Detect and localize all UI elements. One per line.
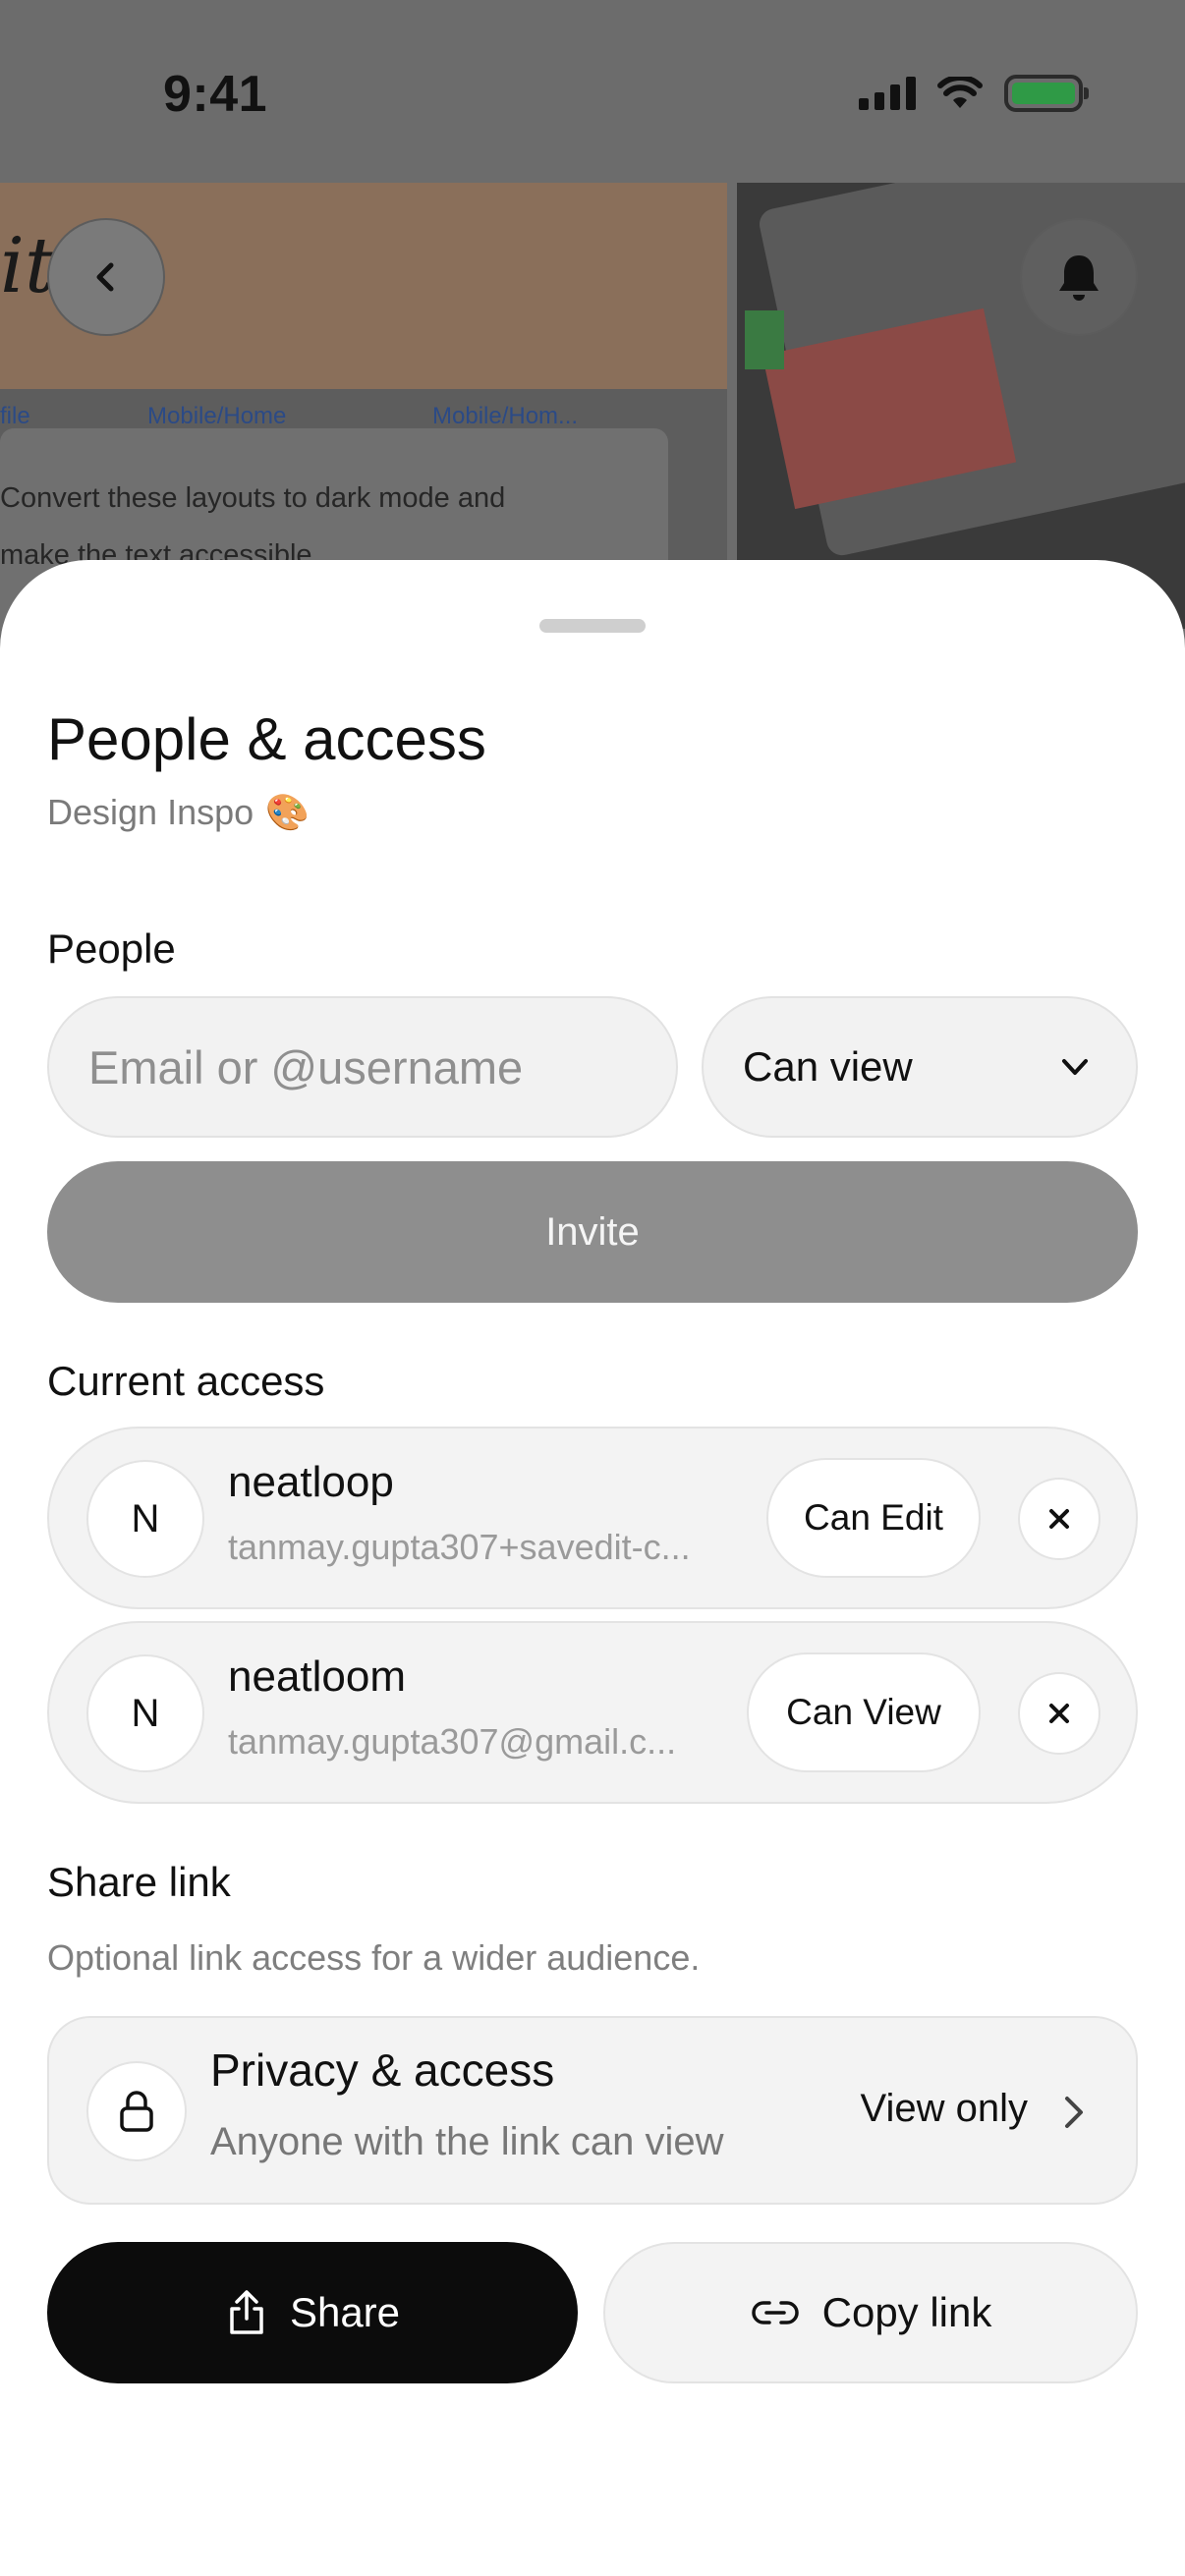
privacy-title: Privacy & access: [210, 2044, 555, 2096]
thumbnail-tab: Mobile/Home: [147, 403, 287, 429]
remove-member-button[interactable]: [1018, 1672, 1100, 1755]
permission-select-value: Can view: [743, 1043, 913, 1090]
member-email: tanmay.gupta307+savedit-c...: [228, 1527, 691, 1567]
chevron-left-icon: [96, 262, 114, 292]
member-row: N neatloop tanmay.gupta307+savedit-c... …: [47, 1427, 1138, 1609]
background-app: 9:41 it file Mobile/Home Mobile/Hom... C…: [0, 0, 1185, 629]
privacy-subtitle: Anyone with the link can view: [210, 2120, 724, 2163]
people-access-sheet: People & access Design Inspo 🎨 People Ca…: [0, 560, 1185, 2576]
palette-emoji-icon: 🎨: [265, 792, 310, 832]
cellular-signal-icon: [859, 77, 916, 110]
share-button[interactable]: Share: [47, 2242, 578, 2383]
copy-link-label: Copy link: [821, 2289, 992, 2335]
lock-icon: [120, 2091, 153, 2132]
share-link-label: Share link: [47, 1859, 231, 1905]
battery-icon: [1004, 75, 1089, 112]
member-role-button[interactable]: Can Edit: [766, 1458, 981, 1578]
member-email: tanmay.gupta307@gmail.c...: [228, 1721, 677, 1762]
permission-select[interactable]: Can view: [702, 996, 1138, 1138]
people-section-label: People: [47, 925, 176, 972]
member-row: N neatloom tanmay.gupta307@gmail.c... Ca…: [47, 1621, 1138, 1804]
sheet-title: People & access: [47, 706, 486, 772]
board-name-text: Design Inspo: [47, 792, 254, 832]
member-role-button[interactable]: Can View: [747, 1652, 981, 1772]
email-field-wrapper: [47, 996, 678, 1138]
link-icon: [751, 2301, 799, 2324]
status-icons: [859, 75, 1089, 112]
bell-icon: [1059, 255, 1099, 301]
thumbnail-tab: Mobile/Hom...: [432, 403, 579, 429]
lock-icon-container: [86, 2061, 187, 2161]
wifi-icon: [937, 77, 983, 108]
privacy-access-row[interactable]: Privacy & access Anyone with the link ca…: [47, 2016, 1138, 2205]
chevron-down-icon: [1062, 1059, 1088, 1075]
share-button-label: Share: [289, 2289, 401, 2335]
invite-button[interactable]: Invite: [47, 1161, 1138, 1303]
remove-member-button[interactable]: [1018, 1478, 1100, 1560]
share-icon: [230, 2290, 263, 2334]
email-username-input[interactable]: [49, 998, 676, 1136]
member-name: neatloom: [228, 1652, 407, 1701]
avatar: N: [86, 1460, 204, 1578]
close-icon: [1049, 1704, 1069, 1723]
avatar: N: [86, 1654, 204, 1772]
board-name: Design Inspo 🎨: [47, 792, 310, 833]
current-access-label: Current access: [47, 1358, 325, 1404]
notifications-button[interactable]: [1020, 218, 1138, 336]
copy-link-button[interactable]: Copy link: [603, 2242, 1138, 2383]
privacy-level: View only: [860, 2087, 1028, 2130]
thumbnail-tab: file: [0, 403, 30, 429]
sheet-grabber[interactable]: [539, 619, 646, 633]
close-icon: [1049, 1509, 1069, 1529]
back-button[interactable]: [47, 218, 165, 336]
status-time: 9:41: [163, 66, 268, 123]
status-bar: 9:41: [0, 0, 1185, 183]
member-name: neatloop: [228, 1458, 394, 1506]
share-link-hint: Optional link access for a wider audienc…: [47, 1937, 701, 1978]
chevron-right-icon: [1065, 2097, 1083, 2128]
